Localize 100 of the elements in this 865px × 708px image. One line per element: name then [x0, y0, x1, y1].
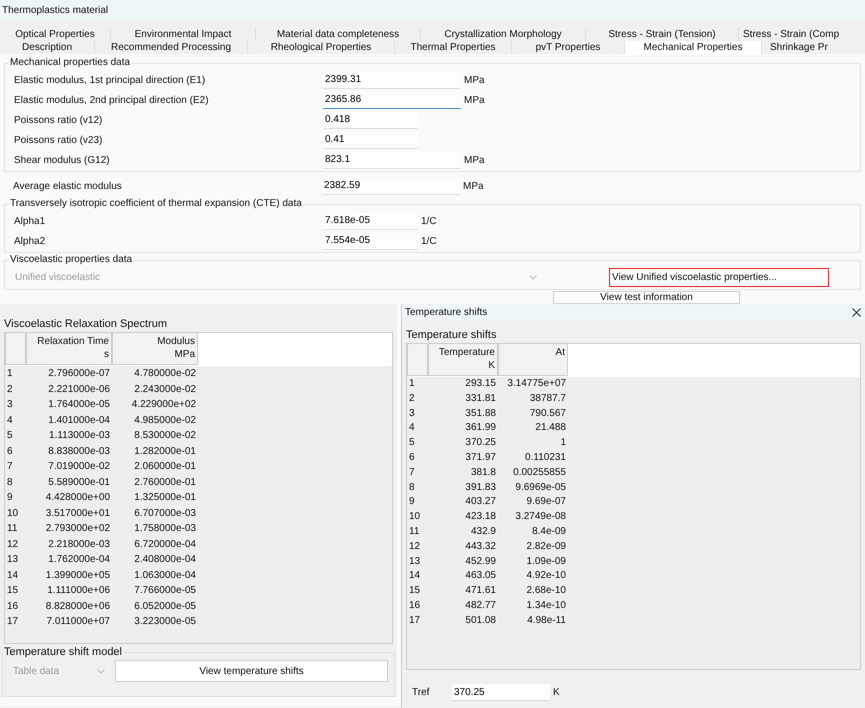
table-cell-text: 3.223000e-05 [133, 615, 197, 629]
table-cell-text: 471.61 [464, 584, 497, 598]
tab[interactable]: Shrinkage Pr [762, 41, 860, 54]
table-cell-text: 2.796000e-07 [47, 367, 111, 381]
table-cell-text: 1.758000e-03 [133, 522, 197, 536]
row-number: 13 [408, 554, 422, 569]
table-cell-text: 432.9 [470, 524, 497, 539]
tab[interactable]: Environmental Impact [111, 28, 256, 41]
table-cell-text: 1.325000e-01 [133, 491, 197, 505]
row-number: 10 [6, 506, 20, 520]
table-cell-text: 381.8 [470, 466, 497, 480]
row-number: 15 [6, 584, 20, 598]
row-number: 15 [408, 584, 422, 598]
table-cell-text: 8.828000e+06 [44, 600, 111, 614]
group-title: Transversely isotropic coefficient of thermal expansion (CTE) data [9, 198, 303, 209]
row-number: 6 [6, 444, 14, 458]
column-header[interactable]: Modulus MPa [112, 333, 198, 365]
row-number: 6 [408, 450, 416, 465]
tab[interactable]: Material data completeness [256, 28, 421, 41]
table-cell-text: 331.81 [464, 392, 497, 406]
table-cell-text: 1.063000e-04 [133, 568, 197, 582]
field-label: Tref [412, 687, 430, 698]
column-header[interactable]: Relaxation Time s [26, 333, 112, 365]
row-number: 16 [6, 600, 20, 614]
tab[interactable]: Crystallization Morphology [421, 28, 586, 41]
table-cell-text: 8.530000e-02 [133, 429, 197, 443]
table-cell-text: 370.25 [464, 436, 497, 450]
view-test-information-button[interactable]: View test information [553, 291, 740, 304]
row-number: 13 [6, 553, 20, 567]
table-cell-text: 1.113000e-03 [48, 429, 111, 443]
table-cell-text: 3.2749e-08 [514, 510, 567, 524]
row-number: 1 [6, 367, 14, 381]
row-number: 8 [6, 476, 14, 490]
row-number: 10 [408, 510, 422, 524]
table-cell-text: 4.98e-11 [526, 614, 567, 628]
row-number: 17 [6, 615, 20, 629]
row-number: 11 [6, 522, 18, 536]
row-number: 4 [6, 414, 14, 428]
column-header[interactable]: At [498, 344, 568, 376]
table-cell-text: 463.05 [464, 569, 497, 584]
field-label: Poissons ratio (v23) [13, 134, 104, 146]
row-number: 12 [6, 538, 20, 552]
table-cell-text: 443.32 [464, 540, 497, 554]
table-cell-text: 361.99 [464, 421, 497, 436]
unit-label: MPa [462, 180, 484, 192]
column-header[interactable]: Temperature K [428, 344, 498, 376]
table-cell-text: 8.838000e-03 [47, 444, 111, 458]
row-number: 5 [408, 436, 416, 450]
section-title: Viscoelastic Relaxation Spectrum [3, 317, 168, 332]
dialog-title: Temperature shifts [405, 307, 488, 318]
row-number: 2 [6, 382, 14, 396]
row-number: 14 [6, 568, 20, 582]
table-cell-text: 21.488 [534, 421, 567, 436]
table-cell-text: 7.766000e-05 [133, 584, 197, 598]
table-cell-text: 7.019000e-02 [47, 460, 111, 474]
field-label: Poissons ratio (v12) [13, 114, 104, 126]
table-cell-text: 391.83 [464, 480, 497, 495]
chevron-icon [96, 668, 105, 674]
close-icon[interactable] [852, 308, 861, 317]
table-cell-text: 423.18 [464, 510, 497, 524]
row-number: 7 [6, 460, 14, 474]
field-label: Alpha1 [13, 216, 46, 226]
table-cell-text: 2.243000e-02 [133, 382, 197, 396]
table-cell-text: 1.764000e-05 [47, 398, 111, 412]
tab[interactable]: Stress - Strain (Comp [739, 28, 853, 41]
field-label: Elastic modulus, 2nd principal direction (E2) [13, 94, 210, 106]
table-cell-text: 2.221000e-06 [47, 382, 111, 396]
unit-label: 1/C [420, 216, 437, 226]
table-cell-text: 1.762000e-04 [47, 553, 111, 567]
group-title: Temperature shift model [3, 646, 123, 658]
table-cell-text: 2.060000e-01 [133, 460, 197, 474]
table-cell-text: 452.99 [464, 554, 497, 569]
unit-label: MPa [463, 154, 485, 166]
table-cell-text: 1.111000e+06 [46, 584, 111, 598]
row-number: 14 [408, 569, 422, 584]
tab[interactable]: Mechanical Properties [625, 41, 762, 54]
table-cell-text: 2.218000e-03 [47, 538, 111, 552]
field-label: Average elastic modulus [12, 180, 123, 192]
table-cell-text: 5.589000e-01 [47, 476, 111, 490]
section-title: Temperature shifts [405, 328, 498, 343]
table-cell-text: 0.00255855 [512, 466, 567, 480]
table-cell-text: 1 [559, 436, 567, 450]
table-cell-text: 2.68e-10 [526, 584, 567, 598]
view-temperature-shifts-button[interactable]: View temperature shifts [114, 660, 388, 682]
table-cell-text: 1.399000e+05 [44, 568, 111, 582]
input-field[interactable]: 370.25 [452, 684, 550, 701]
tab[interactable]: Optical Properties [0, 28, 111, 41]
table-cell-text: 38787.7 [528, 392, 567, 406]
table-cell-text: 6.052000e-05 [133, 600, 197, 614]
field-label: Shear modulus (G12) [13, 154, 111, 166]
row-number: 16 [408, 598, 422, 613]
table-cell-text: 351.88 [464, 406, 497, 421]
row-number: 3 [6, 398, 14, 412]
table-cell-text: 2.793000e+02 [44, 522, 111, 536]
chevron-icon [529, 275, 537, 280]
table-cell-text: 6.720000e-04 [133, 538, 197, 552]
view-properties-button[interactable]: View Unified viscoelastic properties... [609, 268, 829, 287]
table-cell-text: 3.14775e+07 [506, 377, 567, 391]
group-title: Viscoelastic properties data [9, 254, 134, 265]
row-number: 8 [408, 480, 416, 495]
